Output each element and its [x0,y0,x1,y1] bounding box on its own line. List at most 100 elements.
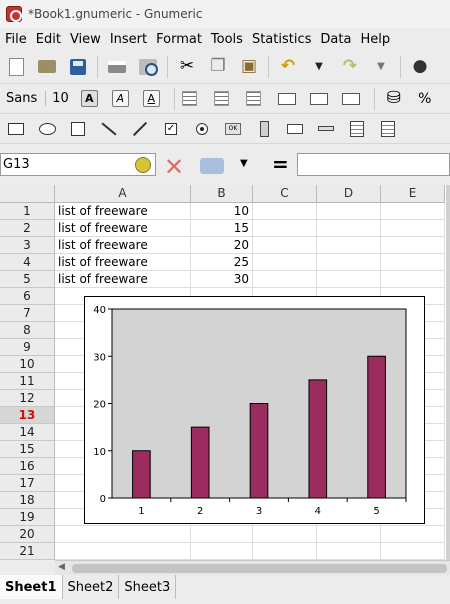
scroll-left-icon[interactable]: ◀ [58,562,65,572]
save-button[interactable] [66,55,90,79]
grid-cell[interactable] [317,254,381,271]
grid-cell[interactable]: 15 [191,220,253,237]
grid-cell[interactable] [253,203,317,220]
menu-insert[interactable]: Insert [110,32,147,47]
menu-statistics[interactable]: Statistics [252,32,311,47]
scroll-thumb[interactable] [72,564,447,573]
radio-widget-button[interactable] [190,117,214,141]
menu-format[interactable]: Format [156,32,202,47]
draw-frame-button[interactable] [66,117,90,141]
grid-cell[interactable]: list of freeware [55,220,191,237]
grid-cell[interactable]: list of freeware [55,237,191,254]
grid-cell[interactable] [191,526,253,543]
checkbox-widget-button[interactable]: ✓ [159,117,183,141]
row-header[interactable]: 8 [0,322,55,339]
tab-sheet3[interactable]: Sheet3 [119,575,177,599]
row-header[interactable]: 4 [0,254,55,271]
percent-format-button[interactable]: % [413,87,437,111]
grid-cell[interactable] [317,203,381,220]
redo-button[interactable]: ↷ [338,55,362,79]
grid-cell[interactable]: 10 [191,203,253,220]
align-right-icon[interactable] [245,91,261,106]
print-preview-button[interactable] [136,55,160,79]
frame-widget-button[interactable] [376,117,400,141]
grid-cell[interactable] [317,237,381,254]
row-header[interactable]: 15 [0,441,55,458]
horizontal-scrollbar[interactable]: ◀ [55,560,450,575]
column-header-b[interactable]: B [191,185,253,203]
menu-tools[interactable]: Tools [211,32,243,47]
align-left-icon[interactable] [181,91,197,106]
italic-button[interactable]: A [111,90,129,107]
select-all-corner[interactable] [0,185,55,203]
redo-history-dropdown[interactable]: ▼ [369,55,393,79]
formula-input[interactable] [297,153,450,176]
grid-cell[interactable] [381,543,445,560]
row-header[interactable]: 19 [0,509,55,526]
grid-cell[interactable] [253,254,317,271]
grid-cell[interactable] [191,543,253,560]
split-cells-icon[interactable] [341,92,360,105]
grid-cell[interactable] [317,220,381,237]
font-name-selector[interactable]: Sans [6,91,37,106]
draw-ellipse-button[interactable] [35,117,59,141]
grid-cell[interactable]: 20 [191,237,253,254]
open-button[interactable] [35,55,59,79]
font-size-selector[interactable]: 10 [45,91,69,106]
goto-arrow-icon[interactable] [135,157,151,173]
row-header[interactable]: 2 [0,220,55,237]
goto-button[interactable]: ● [408,55,432,79]
draw-line-button[interactable] [97,117,121,141]
menu-help[interactable]: Help [360,32,390,47]
grid-cell[interactable] [253,543,317,560]
grid-cell[interactable] [317,271,381,288]
column-header-e[interactable]: E [381,185,445,203]
draw-arrow-button[interactable] [128,117,152,141]
cut-button[interactable]: ✂ [175,55,199,79]
list-widget-button[interactable] [345,117,369,141]
grid-cell[interactable] [381,254,445,271]
align-center-icon[interactable] [213,91,229,106]
center-across-icon[interactable] [309,92,328,105]
name-box[interactable]: G13 [0,153,156,176]
menu-file[interactable]: File [5,32,27,47]
grid-cell[interactable] [253,237,317,254]
draw-rectangle-button[interactable] [4,117,28,141]
currency-format-button[interactable]: ⛁ [382,87,406,111]
merge-cells-icon[interactable] [277,92,296,105]
new-document-button[interactable] [4,55,28,79]
grid-cell[interactable] [381,220,445,237]
grid-cell[interactable]: list of freeware [55,254,191,271]
grid-cell[interactable] [317,543,381,560]
vertical-scrollbar[interactable] [446,185,450,560]
column-header-a[interactable]: A [55,185,191,203]
row-header[interactable]: 14 [0,424,55,441]
button-widget-button[interactable]: OK [221,117,245,141]
row-header[interactable]: 12 [0,390,55,407]
undo-history-dropdown[interactable]: ▼ [307,55,331,79]
grid-cell[interactable]: list of freeware [55,271,191,288]
tab-sheet2[interactable]: Sheet2 [63,575,120,599]
copy-button[interactable]: ❐ [206,55,230,79]
spin-widget-button[interactable] [252,117,276,141]
accept-edit-icon[interactable] [200,158,224,174]
grid-cell[interactable] [55,543,191,560]
row-header[interactable]: 16 [0,458,55,475]
menu-data[interactable]: Data [320,32,351,47]
row-header[interactable]: 3 [0,237,55,254]
row-header[interactable]: 7 [0,305,55,322]
combo-widget-button[interactable] [283,117,307,141]
column-header-d[interactable]: D [317,185,381,203]
row-header[interactable]: 18 [0,492,55,509]
grid-cell[interactable]: list of freeware [55,203,191,220]
grid-cell[interactable] [253,220,317,237]
grid-cell[interactable]: 25 [191,254,253,271]
grid-cell[interactable] [55,526,191,543]
menu-view[interactable]: View [70,32,101,47]
row-header[interactable]: 9 [0,339,55,356]
grid-cell[interactable] [253,526,317,543]
row-header[interactable]: 11 [0,373,55,390]
undo-button[interactable]: ↶ [276,55,300,79]
grid-cell[interactable] [381,271,445,288]
row-header[interactable]: 1 [0,203,55,220]
